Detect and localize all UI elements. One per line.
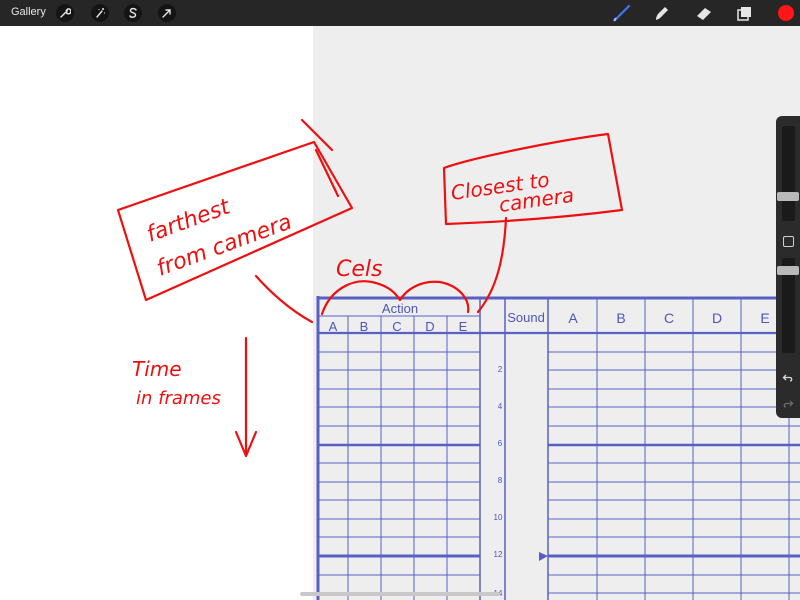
annotation-cels: Cels	[336, 257, 382, 282]
undo-icon[interactable]	[782, 372, 794, 384]
annotation-time: Time	[132, 357, 182, 381]
redo-icon[interactable]	[782, 398, 794, 410]
canvas-drawing[interactable]: Action A B C D E Sound A B C D E 2 4 6 8…	[0, 0, 800, 600]
camera-col-c: C	[664, 310, 674, 326]
action-header: Action	[382, 301, 418, 316]
brush-size-slider[interactable]	[777, 126, 799, 221]
opacity-thumb[interactable]	[777, 266, 799, 275]
brush-size-thumb[interactable]	[777, 192, 799, 201]
modify-button[interactable]	[783, 236, 794, 247]
frame-number: 8	[498, 476, 503, 485]
camera-col-d: D	[712, 310, 722, 326]
action-col-c: C	[392, 319, 401, 334]
action-col-d: D	[425, 319, 434, 334]
action-col-a: A	[329, 319, 338, 334]
frame-number: 4	[498, 402, 503, 411]
frame-number: 2	[498, 365, 503, 374]
camera-col-b: B	[616, 310, 625, 326]
camera-col-a: A	[568, 310, 578, 326]
frame-number: 10	[494, 513, 503, 522]
exposure-sheet-grid	[316, 296, 800, 600]
opacity-slider[interactable]	[777, 258, 799, 353]
home-indicator	[300, 592, 500, 596]
annotation-in-frames: in frames	[136, 388, 221, 409]
action-col-b: B	[360, 319, 369, 334]
sound-header: Sound	[507, 310, 545, 325]
brush-sidebar	[776, 116, 800, 418]
frame-number: 12	[494, 550, 503, 559]
action-col-e: E	[459, 319, 468, 334]
frame-marker-icon	[539, 552, 548, 561]
camera-col-e: E	[760, 310, 769, 326]
frame-number: 6	[498, 439, 503, 448]
